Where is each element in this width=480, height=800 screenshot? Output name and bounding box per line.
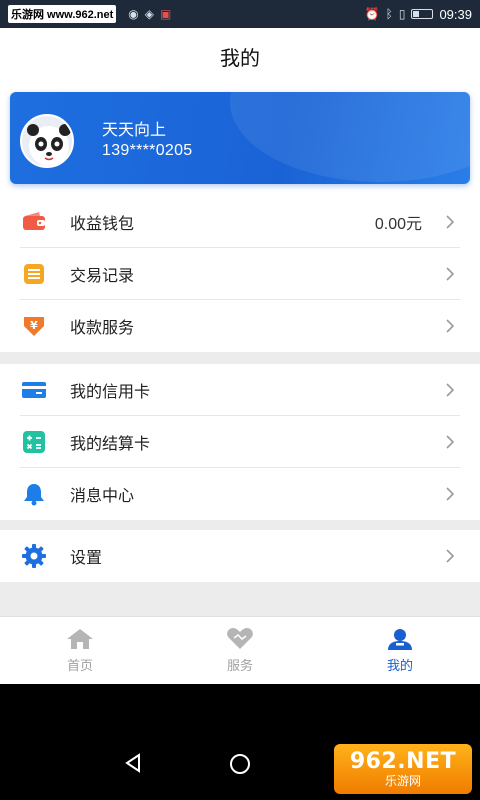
heart-icon [227,628,253,649]
home-icon [67,629,93,649]
menu-label: 消息中心 [70,488,135,505]
clock: 09:39 [439,6,472,22]
section-gap [0,520,480,530]
record-icon [21,261,47,287]
header: 我的 [0,28,480,84]
svg-text:¥: ¥ [30,319,38,332]
section-gap [0,352,480,364]
menu-label: 交易记录 [70,268,135,285]
back-icon[interactable] [122,752,144,774]
bottom-nav: 首页 服务 我的 [0,616,480,684]
menu-label: 设置 [70,550,103,567]
menu-group-wallet: 收益钱包 0.00元 交易记录 ¥ 收款服务 [0,196,480,352]
battery-icon [411,9,434,19]
chevron-right-icon [446,549,455,563]
app-icon: ▣ [160,7,172,21]
menu-item-payment-service[interactable]: ¥ 收款服务 [0,300,480,352]
status-bar: 乐游网 www.962.net ◉ ◈ ▣ ⏰ ᛒ ▯ 09:39 [0,0,480,28]
wallet-balance: 0.00元 [374,216,422,233]
chevron-right-icon [446,215,455,229]
profile-section: 天天向上 139****0205 [0,84,480,196]
chevron-right-icon [446,487,455,501]
menu-label: 收款服务 [70,320,135,337]
menu-label: 我的信用卡 [70,384,151,401]
brand-watermark: 962.NET 乐游网 [334,744,472,794]
avatar[interactable] [20,114,74,168]
chevron-right-icon [446,383,455,397]
menu-item-settlement-card[interactable]: 我的结算卡 [0,416,480,468]
chevron-right-icon [446,267,455,281]
chevron-right-icon [446,435,455,449]
nav-service[interactable]: 服务 [160,617,320,684]
menu-item-messages[interactable]: 消息中心 [0,468,480,520]
nav-label: 服务 [226,658,253,673]
menu-item-settings[interactable]: 设置 [0,530,480,582]
wallet-icon [21,209,47,235]
home-button-icon[interactable] [228,752,252,776]
watermark-text: 乐游网 www.962.net [8,5,117,23]
section-gap [0,582,480,616]
nav-home[interactable]: 首页 [0,617,160,684]
nav-label: 我的 [386,658,413,673]
bluetooth-icon: ᛒ [385,7,393,21]
card-decoration [230,92,470,182]
gear-icon [21,543,47,569]
profile-card[interactable]: 天天向上 139****0205 [10,92,470,184]
user-phone: 139****0205 [102,142,193,159]
menu-item-transactions[interactable]: 交易记录 [0,248,480,300]
user-name: 天天向上 [102,122,167,139]
alarm-icon: ⏰ [364,7,380,21]
notification-icon: ◈ [144,7,155,21]
menu-label: 我的结算卡 [70,436,151,453]
bell-icon [21,481,47,507]
system-nav-bar: 962.NET 乐游网 [0,684,480,800]
brand-watermark-sub: 乐游网 [384,774,421,788]
user-icon [388,629,412,650]
credit-card-icon [21,377,47,403]
nav-mine[interactable]: 我的 [320,617,480,684]
page-title: 我的 [220,47,260,70]
menu-group-settings: 设置 [0,530,480,582]
eye-icon: ◉ [128,7,139,21]
nav-label: 首页 [66,658,93,673]
menu-label: 收益钱包 [70,216,135,233]
calculator-icon [21,429,47,455]
menu-item-credit-card[interactable]: 我的信用卡 [0,364,480,416]
menu-group-cards: 我的信用卡 我的结算卡 消息中心 [0,364,480,520]
brand-watermark-main: 962.NET [349,749,457,774]
yuan-down-icon: ¥ [21,313,47,339]
vibrate-icon: ▯ [398,7,406,21]
menu-item-wallet[interactable]: 收益钱包 0.00元 [0,196,480,248]
chevron-right-icon [446,319,455,333]
